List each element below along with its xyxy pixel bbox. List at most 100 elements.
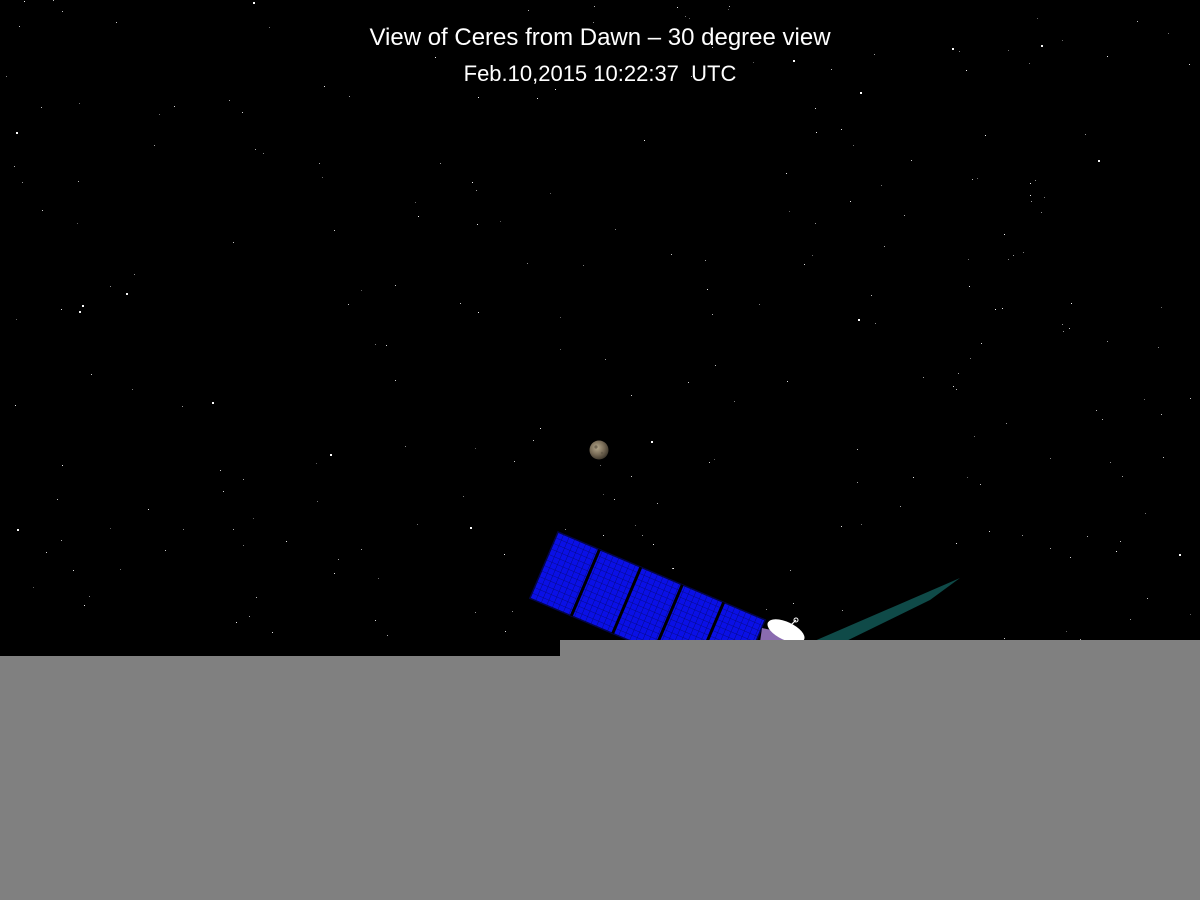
star: [860, 92, 862, 94]
star: [41, 107, 42, 108]
star: [255, 149, 256, 150]
star: [61, 309, 62, 310]
star: [375, 344, 376, 345]
star: [985, 135, 986, 136]
star: [61, 540, 62, 541]
star: [958, 373, 959, 374]
star: [387, 635, 388, 636]
star: [1037, 18, 1038, 19]
star: [550, 193, 551, 194]
star: [132, 389, 133, 390]
star: [1004, 234, 1005, 235]
star: [981, 343, 982, 344]
star: [73, 570, 74, 571]
star: [923, 377, 924, 378]
star: [417, 524, 418, 525]
star: [712, 314, 713, 315]
star: [970, 358, 971, 359]
ion-engine-beam: [812, 578, 960, 648]
star: [477, 224, 478, 225]
star: [505, 631, 506, 632]
star: [82, 305, 84, 307]
star: [338, 559, 339, 560]
star: [787, 381, 788, 382]
star: [386, 345, 387, 346]
star: [672, 568, 673, 569]
star: [642, 535, 643, 536]
star: [1062, 324, 1063, 325]
star: [17, 529, 19, 531]
star: [120, 569, 121, 570]
star: [705, 260, 706, 261]
star: [212, 402, 214, 404]
utc-timestamp: Feb.10,2015 10:22:37 UTC: [463, 61, 737, 86]
star: [689, 18, 690, 19]
star: [1144, 399, 1145, 400]
star: [460, 303, 461, 304]
star: [1130, 619, 1131, 620]
star: [317, 501, 318, 502]
star: [614, 499, 615, 500]
star: [759, 304, 760, 305]
star: [16, 132, 18, 134]
star: [415, 202, 416, 203]
star: [1050, 458, 1051, 459]
star: [967, 477, 968, 478]
star: [348, 304, 349, 305]
star: [242, 112, 243, 113]
star: [1107, 341, 1108, 342]
star: [816, 132, 817, 133]
star: [504, 554, 505, 555]
star: [600, 465, 601, 466]
star: [974, 436, 975, 437]
star: [527, 263, 528, 264]
star: [253, 2, 255, 4]
star: [15, 405, 16, 406]
star: [913, 477, 914, 478]
star: [1116, 551, 1117, 552]
star: [322, 177, 323, 178]
star: [857, 449, 858, 450]
star: [89, 596, 90, 597]
star: [253, 518, 254, 519]
star: [478, 97, 479, 98]
gray-occluder-panel-raised: [560, 640, 1200, 900]
star: [1013, 255, 1014, 256]
star: [1030, 195, 1031, 196]
star: [236, 622, 237, 623]
star: [603, 494, 604, 495]
star: [223, 491, 224, 492]
star: [378, 578, 379, 579]
star: [861, 524, 862, 525]
star: [361, 290, 362, 291]
star: [1107, 56, 1108, 57]
star: [989, 531, 990, 532]
star: [1050, 548, 1051, 549]
star: [786, 173, 787, 174]
star: [110, 528, 111, 529]
star: [78, 181, 79, 182]
star: [243, 479, 244, 480]
star: [850, 201, 851, 202]
star: [555, 89, 556, 90]
star: [1071, 303, 1072, 304]
star: [605, 359, 606, 360]
star: [651, 441, 653, 443]
star: [475, 612, 476, 613]
star: [349, 96, 350, 97]
star: [375, 620, 376, 621]
star: [249, 616, 250, 617]
star: [857, 482, 858, 483]
star: [631, 395, 632, 396]
star: [1063, 331, 1064, 332]
star: [154, 145, 155, 146]
star: [603, 535, 604, 536]
star: [904, 215, 905, 216]
star: [900, 506, 901, 507]
star: [1147, 598, 1148, 599]
star: [734, 401, 735, 402]
star: [594, 6, 595, 7]
star: [1030, 183, 1031, 184]
star: [537, 98, 538, 99]
star: [220, 470, 221, 471]
